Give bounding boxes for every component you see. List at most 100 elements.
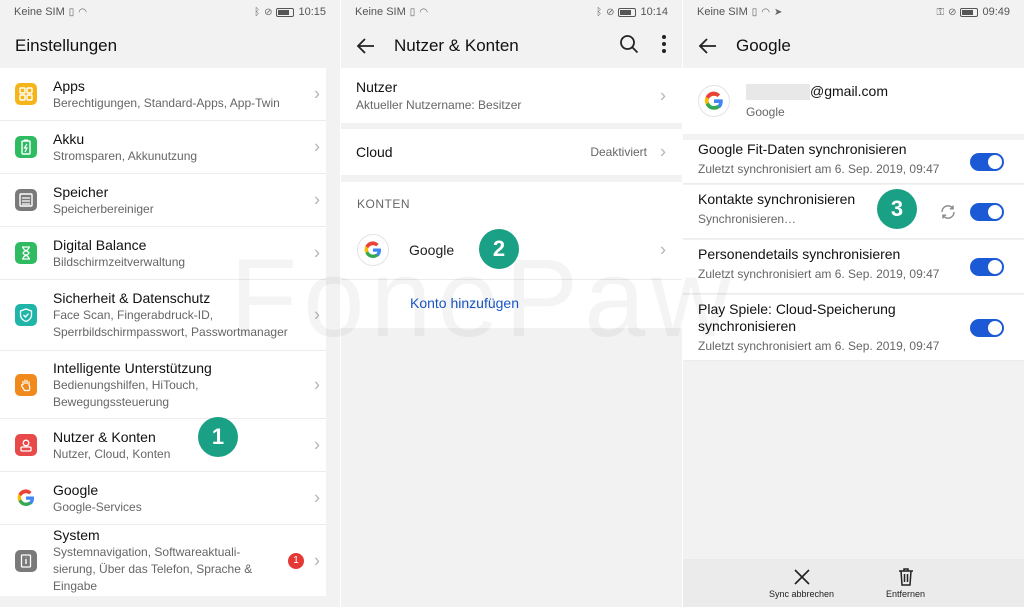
sync-item[interactable]: Personendetails synchronisieren Zuletzt s… — [683, 240, 1024, 294]
back-arrow-icon[interactable] — [698, 36, 718, 56]
google-icon — [15, 487, 37, 509]
bluetooth-icon: ᛒ — [596, 6, 603, 18]
settings-item-sicherheit-datenschutz[interactable]: Sicherheit & Datenschutz Face Scan, Finge… — [0, 280, 326, 351]
sync-item[interactable]: Play Spiele: Cloud-Speicherung synchronis… — [683, 295, 1024, 361]
google-account-label: Google — [409, 241, 455, 258]
clock: 10:14 — [640, 6, 668, 18]
wifi-icon: ◠ — [419, 6, 428, 18]
account-email: @gmail.com — [810, 82, 889, 99]
carrier-label: Keine SIM — [697, 6, 748, 18]
sync-toggle[interactable] — [970, 152, 1004, 171]
sync-item-label: Personendetails synchronisieren — [698, 246, 901, 262]
sync-toggle[interactable] — [970, 202, 1004, 221]
sim-icon: ▯ — [409, 6, 416, 18]
sim-icon: ▯ — [68, 6, 75, 18]
sim-icon: ▯ — [751, 6, 758, 18]
settings-item-apps[interactable]: Apps Berechtigungen, Standard-Apps, App-T… — [0, 68, 326, 121]
settings-item-system[interactable]: System Systemnavigation, Softwareaktuali-… — [0, 525, 326, 596]
sync-item-status: Synchronisieren… — [698, 212, 797, 226]
sync-item[interactable]: Kontakte synchronisieren Synchronisieren… — [683, 185, 1024, 239]
settings-item-subtitle: Speicherbereiniger — [53, 201, 154, 216]
apps-icon — [15, 83, 37, 105]
chevron-right-icon: › — [314, 374, 320, 394]
redacted-email — [746, 84, 810, 101]
settings-item-subtitle: Bewegungssteuerung — [53, 394, 170, 409]
shield-icon — [15, 304, 37, 326]
sync-toggle[interactable] — [970, 257, 1004, 276]
bluetooth-icon: ᛒ — [254, 6, 261, 18]
account-provider: Google — [746, 105, 785, 120]
settings-panel: Keine SIM ▯ ◠ ᛒ ⊘ 10:15 Einstellungen Ap… — [0, 0, 340, 607]
chevron-right-icon: › — [660, 141, 666, 162]
nutzer-row[interactable]: Nutzer Aktueller Nutzername: Besitzer › — [341, 68, 682, 123]
back-arrow-icon[interactable] — [356, 36, 376, 56]
settings-item-subtitle: Nutzer, Cloud, Konten — [53, 446, 171, 461]
settings-item-speicher[interactable]: Speicher Speicherbereiniger › — [0, 174, 326, 227]
chevron-right-icon: › — [314, 550, 320, 570]
sync-item[interactable]: Google Fit-Daten synchronisieren Zuletzt … — [683, 140, 1024, 184]
remove-button[interactable]: Entfernen — [867, 559, 945, 607]
settings-item-subtitle: Face Scan, Fingerabdruck-ID, — [53, 308, 214, 322]
key-icon: ⚿ — [936, 6, 945, 18]
more-options-icon[interactable] — [661, 34, 667, 59]
sync-item-label: Play Spiele: Cloud-Speicherung — [698, 301, 896, 317]
system-icon — [15, 549, 37, 572]
settings-item-intelligente-unterstützung[interactable]: Intelligente Unterstützung Bedienungshilf… — [0, 351, 326, 419]
settings-item-google[interactable]: Google Google-Services › — [0, 472, 326, 525]
clock: 10:15 — [298, 6, 326, 18]
carrier-label: Keine SIM — [14, 6, 65, 18]
users-accounts-panel: Keine SIM ▯ ◠ ᛒ ⊘ 10:14 Nutzer & Konten … — [341, 0, 682, 607]
chevron-right-icon: › — [314, 487, 320, 508]
settings-item-label: System — [53, 527, 100, 543]
sync-toggle[interactable] — [970, 318, 1004, 337]
settings-item-subtitle: Berechtigungen, Standard-Apps, App-Twin — [53, 95, 280, 110]
settings-item-label: Google — [53, 481, 99, 498]
settings-item-label: Speicher — [53, 183, 109, 200]
title-bar: Nutzer & Konten — [341, 24, 682, 68]
user-icon — [15, 434, 37, 456]
settings-item-label: Intelligente Unterstützung — [53, 359, 212, 376]
mute-icon: ⊘ — [606, 6, 615, 18]
status-bar: Keine SIM ▯ ◠ ➤ ⚿ ⊘ 09:49 — [683, 0, 1024, 24]
hourglass-icon — [15, 242, 37, 264]
step-badge-2: 2 — [479, 229, 519, 269]
accounts-section-label: KONTEN — [357, 197, 411, 211]
storage-icon — [15, 189, 37, 211]
settings-item-label: Sicherheit & Datenschutz — [53, 290, 211, 306]
carrier-label: Keine SIM — [355, 6, 406, 18]
sync-item-label: Google Fit-Daten synchronisieren — [698, 141, 907, 157]
remove-label: Entfernen — [885, 588, 926, 599]
battery-icon — [15, 136, 37, 158]
hand-icon — [15, 373, 37, 396]
settings-list: Apps Berechtigungen, Standard-Apps, App-T… — [0, 68, 326, 596]
settings-item-label: Digital Balance — [53, 236, 147, 253]
step-badge-1: 1 — [198, 417, 238, 457]
chevron-right-icon: › — [314, 434, 320, 455]
chevron-right-icon: › — [314, 83, 320, 104]
bottom-action-bar: Sync abbrechen Entfernen — [683, 559, 1024, 607]
settings-item-subtitle: Bedienungshilfen, HiTouch, — [53, 377, 199, 392]
settings-item-subtitle: Google-Services — [53, 499, 142, 514]
settings-item-label: Nutzer & Konten — [53, 428, 156, 445]
wifi-icon: ◠ — [761, 6, 770, 18]
settings-item-label: Apps — [53, 77, 85, 94]
settings-item-subtitle: Systemnavigation, Softwareaktuali- — [53, 545, 241, 559]
sync-item-label: synchronisieren — [698, 318, 797, 334]
chevron-right-icon: › — [314, 304, 320, 325]
settings-item-digital-balance[interactable]: Digital Balance Bildschirmzeitverwaltung › — [0, 227, 326, 280]
google-sync-panel: Keine SIM ▯ ◠ ➤ ⚿ ⊘ 09:49 Google @gmail.… — [683, 0, 1024, 607]
search-icon[interactable] — [619, 34, 639, 59]
settings-item-nutzer-konten[interactable]: Nutzer & Konten Nutzer, Cloud, Konten › — [0, 419, 326, 472]
cloud-label: Cloud — [356, 144, 393, 160]
sync-progress-icon — [938, 202, 958, 222]
wifi-icon: ◠ — [78, 6, 87, 18]
settings-item-akku[interactable]: Akku Stromsparen, Akkunutzung › — [0, 121, 326, 174]
cloud-row[interactable]: Cloud Deaktiviert › — [341, 129, 682, 175]
settings-item-subtitle: sierung, Über das Telefon, Sprache & — [53, 562, 253, 576]
chevron-right-icon: › — [314, 189, 320, 210]
add-account-link[interactable]: Konto hinzufügen — [410, 295, 519, 311]
cancel-sync-button[interactable]: Sync abbrechen — [763, 559, 841, 607]
nutzer-sub: Aktueller Nutzername: Besitzer — [356, 98, 522, 112]
page-title: Einstellungen — [15, 36, 118, 55]
close-icon — [793, 568, 810, 585]
